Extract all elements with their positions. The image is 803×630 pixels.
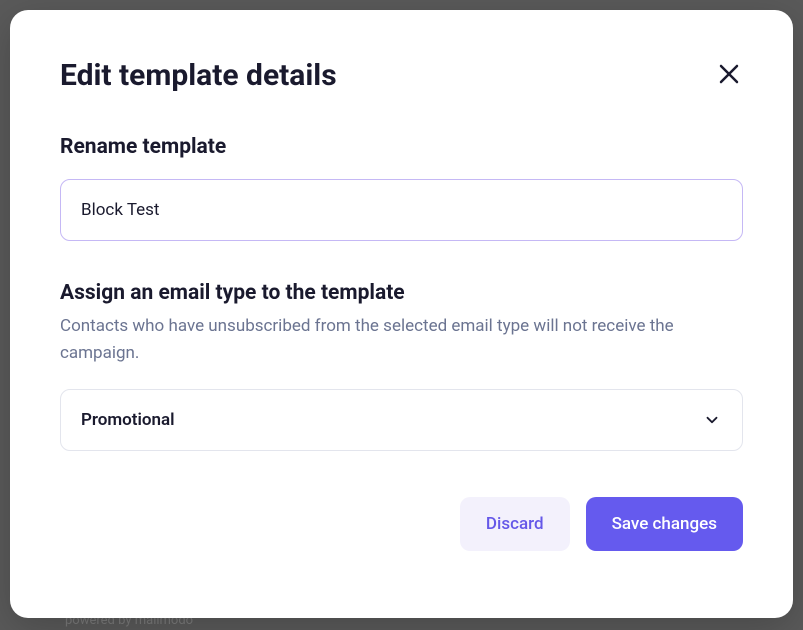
edit-template-modal: Edit template details Rename template As… [10, 10, 793, 618]
email-type-selected-value: Promotional [81, 410, 702, 430]
discard-button[interactable]: Discard [460, 497, 570, 551]
modal-actions: Discard Save changes [60, 497, 743, 551]
modal-title: Edit template details [60, 58, 337, 93]
modal-header: Edit template details [60, 58, 743, 93]
email-type-description: Contacts who have unsubscribed from the … [60, 313, 743, 367]
email-type-select[interactable]: Promotional [60, 389, 743, 451]
chevron-down-icon [702, 410, 722, 430]
close-button[interactable] [715, 60, 743, 88]
template-name-input[interactable] [60, 179, 743, 241]
rename-label: Rename template [60, 135, 743, 159]
save-changes-button[interactable]: Save changes [586, 497, 743, 551]
rename-section: Rename template [60, 135, 743, 241]
email-type-label: Assign an email type to the template [60, 281, 743, 305]
email-type-section: Assign an email type to the template Con… [60, 281, 743, 451]
close-icon [717, 62, 741, 86]
